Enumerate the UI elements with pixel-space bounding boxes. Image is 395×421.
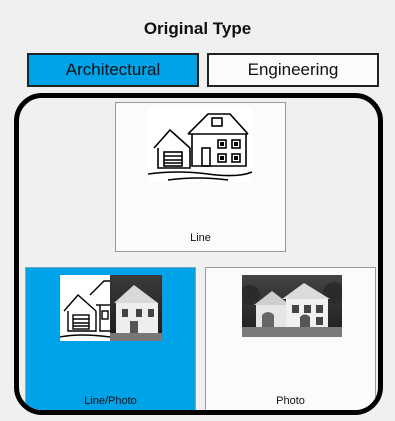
line-style-label: Line [190, 232, 211, 244]
photo-house-icon [242, 275, 342, 337]
line-style-tile[interactable]: Line [115, 102, 286, 252]
line-photo-style-tile[interactable]: Line/Photo [25, 267, 196, 410]
style-selection-panel: Line Line/Photo Photo [14, 93, 383, 415]
line-photo-style-label: Line/Photo [84, 395, 137, 407]
line-photo-house-icon [60, 275, 162, 341]
engineering-button[interactable]: Engineering [207, 53, 379, 87]
section-title: Original Type [143, 19, 252, 38]
photo-style-label: Photo [276, 395, 305, 407]
photo-style-tile[interactable]: Photo [205, 267, 376, 410]
line-drawing-house-icon [148, 108, 252, 182]
architectural-button[interactable]: Architectural [27, 53, 199, 87]
